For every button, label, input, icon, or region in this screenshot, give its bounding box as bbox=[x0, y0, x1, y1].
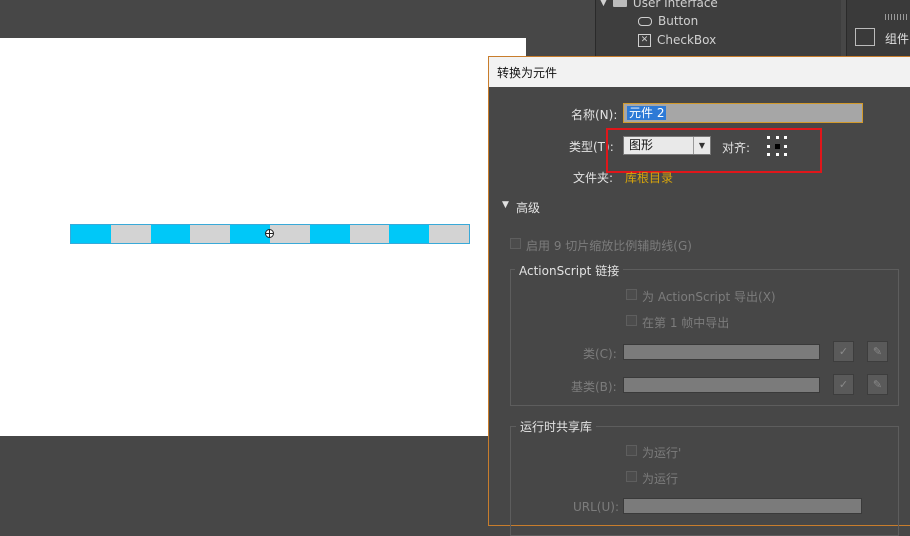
symbol-name-value: 元件 2 bbox=[627, 106, 667, 120]
strip-segment bbox=[190, 225, 231, 243]
nine-slice-label: 启用 9 切片缩放比例辅助线(G) bbox=[526, 239, 692, 253]
export-for-as-checkbox[interactable] bbox=[626, 289, 637, 300]
registration-point-icon bbox=[265, 229, 274, 238]
validate-class-button[interactable]: ✓ bbox=[833, 341, 854, 362]
strip-segment bbox=[269, 225, 310, 243]
library-item-label: CheckBox bbox=[657, 33, 717, 47]
components-panel: 组件 bbox=[846, 0, 910, 56]
convert-to-symbol-dialog: 转换为元件 名称(N): 元件 2 类型(T): 图形 ▼ 对齐: 文件夹: 库… bbox=[488, 56, 910, 536]
library-panel: ▼ User Interface Button ✕ CheckBox bbox=[595, 0, 841, 56]
actionscript-legend: ActionScript 链接 bbox=[515, 262, 624, 279]
strip-segment bbox=[230, 225, 270, 243]
class-input[interactable] bbox=[623, 344, 820, 360]
dialog-titlebar[interactable]: 转换为元件 bbox=[489, 57, 910, 87]
export-frame1-checkbox[interactable] bbox=[626, 315, 637, 326]
folder-link[interactable]: 库根目录 bbox=[625, 169, 673, 186]
panel-gripper-icon[interactable] bbox=[885, 14, 907, 20]
export-frame1-label: 在第 1 帧中导出 bbox=[642, 316, 730, 330]
runtime-library-fieldset bbox=[510, 426, 899, 536]
components-icon[interactable] bbox=[855, 28, 875, 46]
import-runtime-checkbox[interactable] bbox=[626, 471, 637, 482]
library-item-label: Button bbox=[658, 14, 699, 28]
strip-segment bbox=[429, 225, 469, 243]
strip-segment bbox=[349, 225, 390, 243]
checkbox-icon: ✕ bbox=[638, 33, 651, 47]
advanced-label[interactable]: 高级 bbox=[516, 199, 540, 216]
folder-icon bbox=[612, 0, 627, 7]
name-label: 名称(N): bbox=[571, 108, 618, 122]
library-folder-label: User Interface bbox=[632, 0, 718, 10]
components-label[interactable]: 组件 bbox=[885, 30, 909, 47]
annotation-highlight-box bbox=[606, 128, 822, 173]
url-label: URL(U): bbox=[573, 500, 619, 514]
export-runtime-checkbox[interactable] bbox=[626, 445, 637, 456]
url-input[interactable] bbox=[623, 498, 862, 514]
import-runtime-label: 为运行 bbox=[642, 472, 679, 486]
pencil-icon: ✎ bbox=[872, 345, 883, 358]
nine-slice-checkbox[interactable] bbox=[510, 238, 521, 249]
expand-arrow-icon[interactable]: ▼ bbox=[600, 0, 607, 8]
folder-label: 文件夹: bbox=[573, 171, 614, 185]
strip-segment bbox=[110, 225, 151, 243]
strip-segment bbox=[309, 225, 350, 243]
runtime-library-legend: 运行时共享库 bbox=[516, 418, 597, 435]
library-item[interactable]: ✕ CheckBox bbox=[638, 31, 716, 49]
export-for-as-label: 为 ActionScript 导出(X) bbox=[642, 290, 776, 304]
library-item[interactable]: Button bbox=[638, 12, 698, 30]
base-class-input[interactable] bbox=[623, 377, 820, 393]
strip-segment bbox=[150, 225, 191, 243]
checkmark-icon: ✓ bbox=[838, 345, 849, 358]
pencil-icon: ✎ bbox=[872, 378, 883, 391]
base-class-label: 基类(B): bbox=[571, 380, 617, 394]
checkmark-icon: ✓ bbox=[838, 378, 849, 391]
export-runtime-label: 为运行' bbox=[642, 446, 682, 460]
strip-segment bbox=[389, 225, 430, 243]
validate-base-class-button[interactable]: ✓ bbox=[833, 374, 854, 395]
button-icon bbox=[638, 16, 652, 26]
edit-class-button[interactable]: ✎ bbox=[867, 341, 888, 362]
library-folder-row[interactable]: ▼ User Interface bbox=[600, 0, 718, 12]
dialog-title: 转换为元件 bbox=[497, 65, 558, 80]
strip-segment bbox=[71, 225, 111, 243]
edit-base-class-button[interactable]: ✎ bbox=[867, 374, 888, 395]
advanced-toggle-icon[interactable]: ▼ bbox=[502, 200, 509, 210]
class-label: 类(C): bbox=[583, 347, 617, 361]
symbol-name-input[interactable]: 元件 2 bbox=[623, 103, 863, 123]
